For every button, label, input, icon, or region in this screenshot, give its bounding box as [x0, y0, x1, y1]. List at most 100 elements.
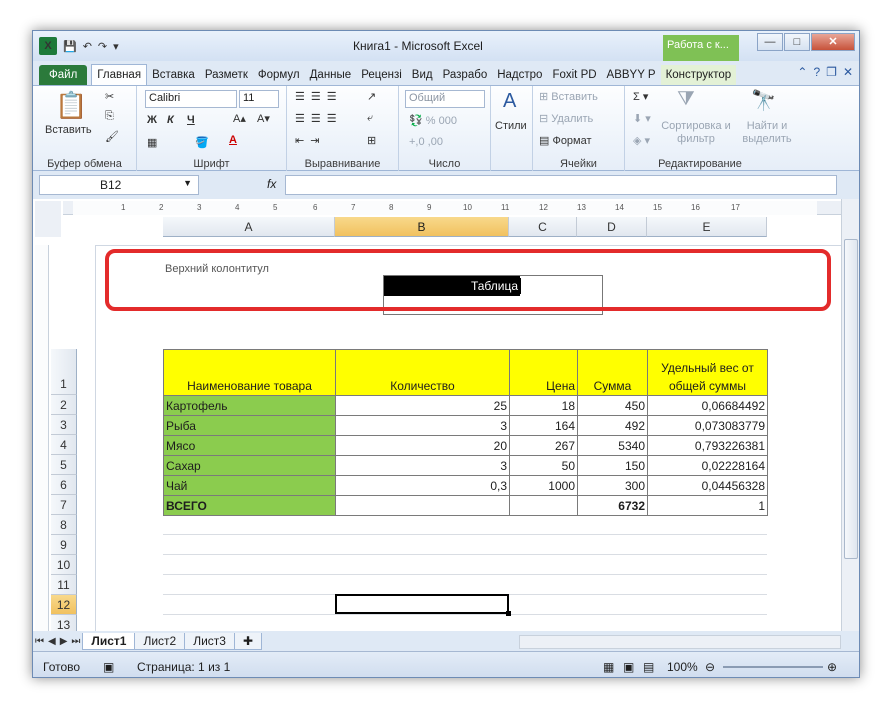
font-name-combo[interactable]: Calibri — [145, 90, 237, 108]
table-cell[interactable]: 300 — [577, 475, 648, 496]
orientation-icon[interactable]: ↗ — [367, 90, 376, 103]
align-vertical-icons[interactable]: ☰☰☰ — [295, 90, 343, 103]
grow-font-icon[interactable]: A▴ — [233, 112, 246, 125]
tab-data[interactable]: Данные — [305, 65, 357, 85]
tab-design[interactable]: Конструктор — [660, 65, 737, 85]
table-cell[interactable]: 492 — [577, 415, 648, 436]
paste-button[interactable]: Вставить — [45, 124, 92, 136]
merge-center-icon[interactable]: ⊞ — [367, 134, 376, 147]
table-cell[interactable]: Картофель — [163, 395, 336, 416]
table-cell[interactable]: 164 — [509, 415, 578, 436]
table-cell[interactable]: 50 — [509, 455, 578, 476]
table-cell[interactable]: Сахар — [163, 455, 336, 476]
wrap-text-icon[interactable]: ⤶ — [367, 112, 373, 125]
table-cell[interactable]: 20 — [335, 435, 510, 456]
header-cell[interactable]: Цена — [509, 349, 578, 396]
find-select-button[interactable]: Найти и выделить — [735, 120, 799, 146]
formula-input[interactable] — [285, 175, 837, 195]
macro-record-icon[interactable]: ▣ — [103, 660, 114, 674]
restore-workbook-icon[interactable]: ❐ — [826, 65, 837, 79]
copy-icon[interactable]: ⎘ — [105, 110, 114, 123]
tab-formulas[interactable]: Формул — [253, 65, 305, 85]
table-cell[interactable]: 25 — [335, 395, 510, 416]
sort-filter-button[interactable]: Сортировка и фильтр — [661, 120, 731, 146]
column-header-a[interactable]: A — [163, 217, 335, 237]
insert-cells-button[interactable]: ⊞ Вставить — [539, 90, 598, 103]
row-header-9[interactable]: 9 — [51, 535, 77, 555]
minimize-button[interactable]: — — [757, 33, 783, 51]
borders-icon[interactable]: ▦ — [147, 136, 157, 149]
table-cell[interactable]: Рыба — [163, 415, 336, 436]
number-format-combo[interactable]: Общий — [405, 90, 485, 108]
table-cell[interactable]: 18 — [509, 395, 578, 416]
row-header-10[interactable]: 10 — [51, 555, 77, 575]
tab-home[interactable]: Главная — [91, 64, 148, 85]
vertical-scrollbar[interactable] — [841, 199, 859, 631]
view-page-layout-icon[interactable]: ▣ — [623, 660, 634, 674]
tab-review[interactable]: Рецензі — [356, 65, 407, 85]
font-size-combo[interactable]: 11 — [239, 90, 279, 108]
table-cell[interactable]: 1 — [647, 495, 768, 516]
column-header-d[interactable]: D — [577, 217, 647, 237]
save-icon[interactable]: 💾 — [63, 40, 77, 53]
table-cell[interactable]: 150 — [577, 455, 648, 476]
table-cell[interactable]: 0,06684492 — [647, 395, 768, 416]
currency-icon[interactable]: 💱 % 000 — [409, 114, 457, 127]
table-cell[interactable] — [335, 495, 510, 516]
sheet-tab-2[interactable]: Лист2 — [134, 632, 186, 650]
redo-icon[interactable]: ↷ — [98, 40, 107, 53]
excel-icon[interactable]: X — [39, 37, 57, 55]
header-cell[interactable]: Количество — [335, 349, 510, 396]
row-header-3[interactable]: 3 — [51, 415, 77, 435]
row-header-4[interactable]: 4 — [51, 435, 77, 455]
row-header-1[interactable]: 1 — [51, 349, 77, 395]
row-header-12[interactable]: 12 — [51, 595, 77, 615]
font-color-icon[interactable]: A — [229, 134, 237, 146]
column-header-b[interactable]: B — [335, 217, 509, 237]
column-header-e[interactable]: E — [647, 217, 767, 237]
row-header-13[interactable]: 13 — [51, 615, 77, 631]
fill-icon[interactable]: ⬇ ▾ — [633, 112, 651, 125]
find-select-icon[interactable]: 🔭 — [751, 88, 776, 113]
minimize-ribbon-icon[interactable]: ⌃ — [797, 65, 807, 79]
italic-button[interactable]: К — [167, 114, 174, 126]
column-header-c[interactable]: C — [509, 217, 577, 237]
table-cell[interactable]: Мясо — [163, 435, 336, 456]
tab-addins[interactable]: Надстро — [492, 65, 547, 85]
table-cell[interactable]: 0,02228164 — [647, 455, 768, 476]
table-cell[interactable]: 6732 — [577, 495, 648, 516]
maximize-button[interactable]: □ — [784, 33, 810, 51]
table-cell[interactable]: Чай — [163, 475, 336, 496]
table-cell[interactable]: 0,3 — [335, 475, 510, 496]
clear-icon[interactable]: ◈ ▾ — [633, 134, 650, 147]
zoom-out-icon[interactable]: ⊖ — [705, 660, 715, 674]
close-button[interactable]: ✕ — [811, 33, 855, 51]
insert-sheet-icon[interactable]: ✚ — [233, 632, 262, 650]
table-cell[interactable]: 0,04456328 — [647, 475, 768, 496]
horizontal-scrollbar[interactable] — [519, 635, 841, 649]
table-cell[interactable]: 1000 — [509, 475, 578, 496]
first-sheet-icon[interactable]: ⏮ — [33, 636, 46, 647]
table-cell[interactable]: 267 — [509, 435, 578, 456]
cut-icon[interactable]: ✂ — [105, 90, 114, 103]
bold-button[interactable]: Ж — [147, 114, 157, 126]
qat-customize-icon[interactable]: ▾ — [113, 40, 119, 53]
undo-icon[interactable]: ↶ — [83, 40, 92, 53]
fill-color-icon[interactable]: 🪣 — [195, 136, 209, 149]
row-header-7[interactable]: 7 — [51, 495, 77, 515]
underline-button[interactable]: Ч — [187, 114, 195, 126]
align-horizontal-icons[interactable]: ☰☰☰ — [295, 112, 343, 125]
table-cell[interactable]: 3 — [335, 455, 510, 476]
tab-file[interactable]: Файл — [39, 65, 88, 85]
header-cell[interactable]: Удельный вес от общей суммы — [647, 349, 768, 396]
select-all-corner[interactable] — [35, 201, 61, 237]
table-cell[interactable] — [509, 495, 578, 516]
table-cell[interactable]: ВСЕГО — [163, 495, 336, 516]
name-box[interactable]: B12 ▼ — [39, 175, 199, 195]
active-cell-b12[interactable] — [335, 594, 511, 616]
zoom-slider[interactable] — [723, 666, 823, 668]
last-sheet-icon[interactable]: ⏭ — [69, 636, 82, 647]
table-cell[interactable]: 5340 — [577, 435, 648, 456]
table-cell[interactable]: 0,793226381 — [647, 435, 768, 456]
shrink-font-icon[interactable]: A▾ — [257, 112, 270, 125]
